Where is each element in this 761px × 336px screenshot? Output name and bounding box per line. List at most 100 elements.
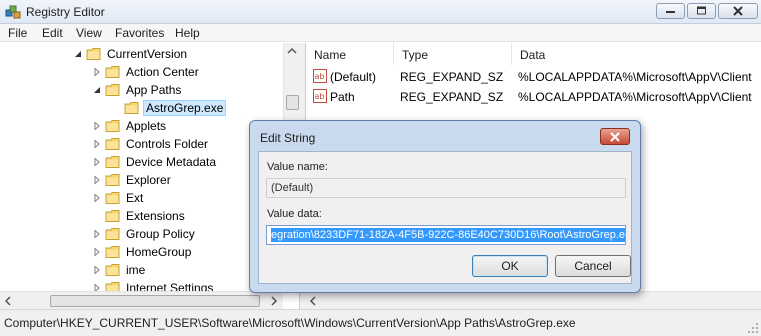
scroll-up-icon[interactable] [284, 43, 300, 59]
scroll-left-icon[interactable] [307, 295, 319, 307]
tree-item[interactable]: HomeGroup [0, 243, 283, 261]
folder-icon [124, 102, 139, 114]
minimize-icon [665, 11, 675, 13]
folder-icon [105, 228, 120, 240]
collapsed-arrow-icon[interactable] [93, 158, 101, 166]
title-bar: Registry Editor [0, 0, 761, 24]
status-path: Computer\HKEY_CURRENT_USER\Software\Micr… [4, 316, 576, 330]
value-type: REG_EXPAND_SZ [400, 70, 504, 84]
scroll-left-icon[interactable] [2, 295, 14, 307]
tree-item[interactable]: Extensions [0, 207, 283, 225]
menu-favorites[interactable]: Favorites [115, 26, 164, 40]
collapsed-arrow-icon[interactable] [93, 68, 101, 76]
folder-icon [105, 264, 120, 276]
edit-string-dialog: Edit String Value name: (Default) Value … [249, 120, 641, 293]
tree-item[interactable]: Controls Folder [0, 135, 283, 153]
open-folder-icon [86, 48, 101, 60]
menu-view[interactable]: View [76, 26, 102, 40]
tree-item[interactable]: Group Policy [0, 225, 283, 243]
value-name-label: Value name: [267, 161, 328, 173]
folder-icon [105, 246, 120, 258]
folder-icon [105, 210, 120, 222]
tree-item[interactable]: Device Metadata [0, 153, 283, 171]
status-bar: Computer\HKEY_CURRENT_USER\Software\Micr… [0, 309, 761, 336]
menu-file[interactable]: File [8, 26, 27, 40]
resize-grip-icon[interactable] [747, 322, 759, 334]
folder-icon [105, 120, 120, 132]
collapsed-arrow-icon[interactable] [93, 230, 101, 238]
ok-button[interactable]: OK [472, 255, 548, 277]
collapsed-arrow-icon[interactable] [93, 194, 101, 202]
folder-icon [105, 66, 120, 78]
cancel-button[interactable]: Cancel [555, 255, 631, 277]
svg-text:ab: ab [315, 72, 325, 81]
column-header-data[interactable]: Data [512, 43, 761, 65]
menu-bar: File Edit View Favorites Help [0, 24, 761, 42]
tree-item-label: Extensions [126, 209, 185, 223]
tree-item-label: App Paths [126, 83, 182, 97]
tree-item-label: Controls Folder [126, 137, 209, 151]
string-value-icon: ab [313, 69, 327, 83]
string-value-icon: ab [313, 89, 327, 103]
column-header-name[interactable]: Name [306, 43, 394, 65]
close-icon [610, 131, 620, 142]
value-data-label: Value data: [267, 208, 322, 220]
close-button[interactable] [718, 3, 758, 19]
tree-hscroll-thumb[interactable] [50, 295, 260, 307]
dialog-close-button[interactable] [600, 128, 630, 145]
value-row[interactable]: ab (Default) REG_EXPAND_SZ %LOCALAPPDATA… [305, 68, 761, 86]
value-name: Path [330, 90, 355, 104]
tree-item[interactable]: Applets [0, 117, 283, 135]
collapsed-arrow-icon[interactable] [93, 176, 101, 184]
minimize-button[interactable] [656, 3, 685, 19]
collapsed-arrow-icon[interactable] [93, 248, 101, 256]
column-header-type[interactable]: Type [394, 43, 512, 65]
folder-icon [105, 192, 120, 204]
tree-item-label: AstroGrep.exe [143, 100, 227, 116]
dialog-body: Value name: (Default) Value data: egrati… [258, 151, 632, 284]
value-name: (Default) [330, 70, 377, 84]
expanded-arrow-icon[interactable] [93, 86, 101, 94]
window-title: Registry Editor [26, 5, 105, 19]
folder-icon [105, 174, 120, 186]
tree-item-label: HomeGroup [126, 245, 192, 259]
tree-item[interactable]: AstroGrep.exe [0, 99, 283, 117]
close-icon [733, 6, 743, 16]
tree-vscroll-thumb[interactable] [286, 95, 299, 110]
collapsed-arrow-icon[interactable] [93, 122, 101, 130]
value-data-text: egration\8233DF71-182A-4F5B-922C-86E40C7… [271, 228, 625, 242]
tree-item-label: Applets [126, 119, 167, 133]
value-data-input[interactable]: egration\8233DF71-182A-4F5B-922C-86E40C7… [266, 225, 626, 245]
tree-item[interactable]: ime [0, 261, 283, 279]
tree-item-label: Explorer [126, 173, 171, 187]
svg-text:ab: ab [315, 92, 325, 101]
dialog-title: Edit String [260, 131, 316, 145]
value-data: %LOCALAPPDATA%\Microsoft\AppV\Client [518, 90, 752, 104]
folder-icon [105, 138, 120, 150]
scroll-right-icon[interactable] [268, 295, 280, 307]
tree-item[interactable]: Ext [0, 189, 283, 207]
tree-horizontal-scrollbar[interactable] [0, 291, 283, 309]
tree-item-label: Ext [126, 191, 144, 205]
value-name-field: (Default) [266, 178, 626, 198]
tree-item[interactable]: App Paths [0, 81, 283, 99]
registry-icon [5, 5, 21, 19]
tree-item-label: Device Metadata [126, 155, 217, 169]
menu-edit[interactable]: Edit [42, 26, 63, 40]
value-data: %LOCALAPPDATA%\Microsoft\AppV\Client [518, 70, 752, 84]
open-folder-icon [105, 84, 120, 96]
tree-item[interactable]: Explorer [0, 171, 283, 189]
collapsed-arrow-icon[interactable] [93, 140, 101, 148]
tree-item-label: Action Center [126, 65, 199, 79]
menu-help[interactable]: Help [175, 26, 200, 40]
value-row[interactable]: ab Path REG_EXPAND_SZ %LOCALAPPDATA%\Mic… [305, 88, 761, 106]
collapsed-arrow-icon[interactable] [93, 266, 101, 274]
maximize-icon [696, 6, 706, 15]
maximize-button[interactable] [687, 3, 716, 19]
tree-item[interactable]: Action Center [0, 63, 283, 81]
expanded-arrow-icon[interactable] [74, 50, 82, 58]
tree-item[interactable]: CurrentVersion [0, 45, 283, 63]
tree-item-label: ime [126, 263, 146, 277]
tree-item-label: CurrentVersion [107, 47, 188, 61]
values-horizontal-scrollbar[interactable] [305, 291, 761, 309]
